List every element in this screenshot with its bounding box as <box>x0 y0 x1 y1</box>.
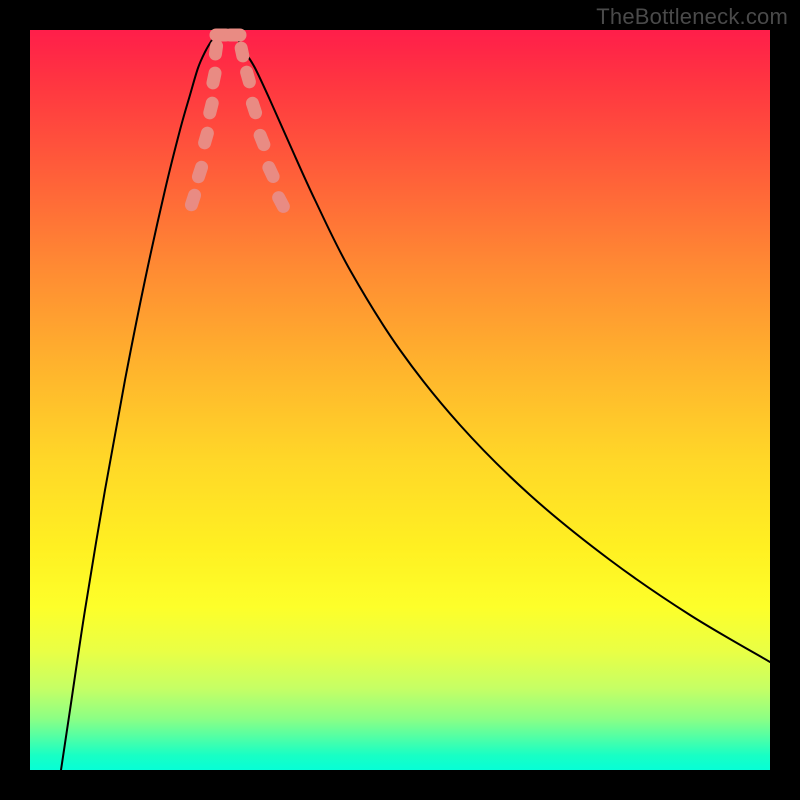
watermark-text: TheBottleneck.com <box>596 4 788 30</box>
data-marker <box>197 126 215 150</box>
plot-area <box>30 30 770 770</box>
curve-left-branch <box>61 32 218 770</box>
data-marker <box>252 128 271 153</box>
marker-layer <box>184 29 292 215</box>
data-marker <box>191 160 209 185</box>
data-marker <box>184 188 202 213</box>
curve-layer <box>61 32 770 770</box>
data-marker <box>234 41 250 63</box>
data-marker <box>245 96 263 121</box>
data-marker <box>224 29 246 41</box>
curve-right-branch <box>232 32 770 662</box>
data-marker <box>261 159 281 184</box>
data-marker <box>271 189 292 214</box>
chart-svg <box>30 30 770 770</box>
chart-frame: TheBottleneck.com <box>0 0 800 800</box>
data-marker <box>206 66 222 90</box>
data-marker <box>203 96 220 120</box>
